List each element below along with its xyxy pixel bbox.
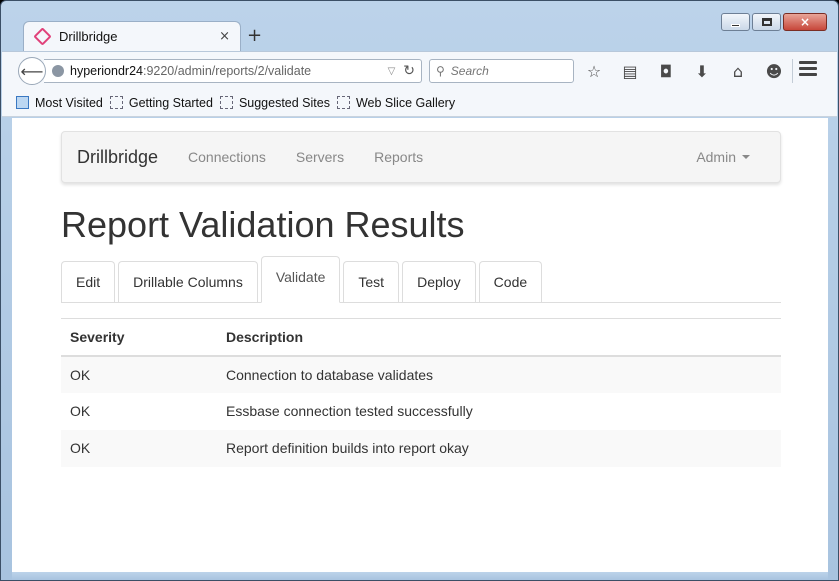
bookmark-web-slice-gallery[interactable]: Web Slice Gallery — [336, 95, 456, 110]
toolbar-divider — [792, 59, 793, 83]
minimize-icon — [731, 23, 740, 27]
bookmark-suggested-sites[interactable]: Suggested Sites — [219, 95, 330, 110]
severity-cell: OK — [61, 429, 217, 467]
tab-deploy[interactable]: Deploy — [402, 261, 476, 302]
nav-link-servers[interactable]: Servers — [296, 149, 344, 165]
most-visited-icon — [16, 96, 29, 109]
description-cell: Connection to database validates — [217, 355, 781, 393]
chat-icon[interactable]: ☻ — [764, 61, 784, 81]
tab-close-icon[interactable]: × — [219, 29, 230, 44]
close-icon: × — [799, 15, 811, 29]
brand-link[interactable]: Drillbridge — [77, 147, 158, 168]
toolbar-icons: ☆ ▤ ◘ ⬇ ⌂ ☻ — [584, 61, 800, 81]
window-controls: × — [719, 13, 827, 31]
browser-tab[interactable]: Drillbridge × — [23, 21, 241, 51]
tab-edit[interactable]: Edit — [61, 261, 116, 302]
url-host: hyperiondr24 — [70, 64, 143, 78]
url-history-dropdown-icon[interactable]: ▽ — [388, 66, 396, 77]
url-path: :9220/admin/reports/2/validate — [142, 64, 312, 78]
favicon-icon — [33, 27, 52, 46]
validation-results-table: Severity Description OK Connection to da… — [61, 318, 781, 467]
search-input[interactable] — [450, 64, 561, 78]
bookmark-page-icon — [336, 96, 350, 109]
back-button[interactable]: ⟵ — [18, 57, 46, 85]
bookmark-getting-started[interactable]: Getting Started — [109, 95, 213, 110]
bookmark-label: Getting Started — [128, 95, 213, 110]
search-bar[interactable]: ⚲ — [429, 59, 574, 83]
search-icon: ⚲ — [436, 64, 445, 78]
maximize-button[interactable] — [752, 13, 781, 31]
tab-test[interactable]: Test — [343, 261, 400, 302]
pocket-icon[interactable]: ◘ — [656, 61, 676, 81]
home-icon[interactable]: ⌂ — [728, 61, 748, 81]
app-navbar: Drillbridge Connections Servers Reports … — [61, 131, 781, 183]
tab-drillable-columns[interactable]: Drillable Columns — [118, 261, 258, 302]
column-header-severity: Severity — [61, 318, 217, 357]
tab-title: Drillbridge — [59, 29, 118, 44]
bookmark-page-icon — [219, 96, 233, 109]
bookmarks-bar: Most Visited Getting Started Suggested S… — [2, 89, 837, 117]
download-icon[interactable]: ⬇ — [692, 61, 712, 81]
table-row: OK Report definition builds into report … — [61, 429, 781, 467]
close-window-button[interactable]: × — [783, 13, 827, 31]
site-info-icon[interactable] — [52, 65, 64, 77]
column-header-description: Description — [217, 318, 781, 357]
tab-code[interactable]: Code — [478, 261, 543, 302]
new-tab-button[interactable]: + — [247, 25, 262, 46]
browser-window: × Drillbridge × + hyperiondr24:9220/admi… — [0, 0, 839, 581]
address-bar[interactable]: hyperiondr24:9220/admin/reports/2/valida… — [44, 59, 422, 83]
hamburger-menu-icon[interactable] — [799, 61, 817, 76]
severity-cell: OK — [61, 355, 217, 393]
bookmark-label: Web Slice Gallery — [355, 95, 456, 110]
page-content: Drillbridge Connections Servers Reports … — [12, 118, 828, 572]
window-bottom-border — [12, 572, 828, 580]
star-icon[interactable]: ☆ — [584, 61, 604, 81]
reload-icon[interactable]: ↻ — [403, 63, 415, 79]
table-header-row: Severity Description — [61, 318, 781, 357]
page-title: Report Validation Results — [61, 204, 465, 245]
table-row: OK Connection to database validates — [61, 355, 781, 393]
nav-toolbar: hyperiondr24:9220/admin/reports/2/valida… — [2, 51, 837, 89]
admin-label: Admin — [696, 149, 736, 165]
admin-dropdown[interactable]: Admin — [696, 149, 750, 165]
tab-validate[interactable]: Validate — [260, 256, 341, 303]
severity-cell: OK — [70, 403, 91, 419]
report-tabs: Edit Drillable Columns Validate Test Dep… — [61, 256, 781, 303]
nav-link-reports[interactable]: Reports — [374, 149, 423, 165]
nav-link-connections[interactable]: Connections — [188, 149, 266, 165]
bookmark-most-visited[interactable]: Most Visited — [16, 96, 103, 110]
table-row: OK Essbase connection tested successfull… — [61, 393, 781, 430]
maximize-icon — [761, 18, 772, 26]
description-cell: Report definition builds into report oka… — [217, 429, 781, 467]
minimize-button[interactable] — [721, 13, 750, 31]
caret-down-icon — [742, 155, 750, 159]
back-arrow-icon: ⟵ — [20, 61, 44, 81]
bookmark-label: Most Visited — [35, 95, 103, 110]
url-text: hyperiondr24:9220/admin/reports/2/valida… — [70, 64, 388, 78]
bookmark-label: Suggested Sites — [238, 95, 330, 110]
description-cell: Essbase connection tested successfully — [226, 403, 473, 419]
reading-list-icon[interactable]: ▤ — [620, 61, 640, 81]
bookmark-page-icon — [109, 96, 123, 109]
